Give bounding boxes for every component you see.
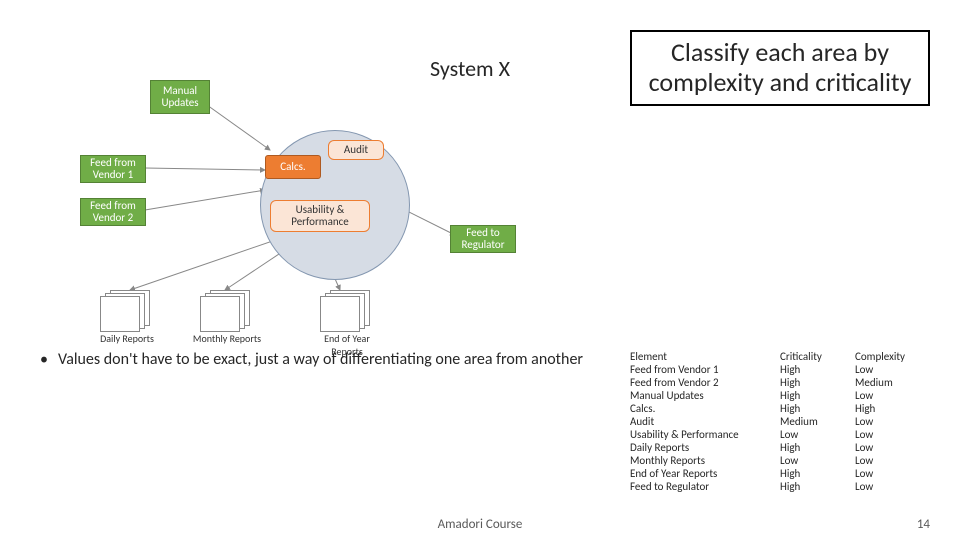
- table-cell: High: [780, 389, 855, 402]
- table-row: AuditMediumLow: [630, 415, 930, 428]
- page-number: 14: [917, 517, 930, 532]
- node-feed-vendor-1: Feed from Vendor 1: [80, 155, 146, 183]
- table-cell: Low: [780, 428, 855, 441]
- table-cell: High: [780, 402, 855, 415]
- table-row: Calcs.HighHigh: [630, 402, 930, 415]
- th-criticality: Criticality: [780, 350, 855, 363]
- stack-eoy: [320, 290, 376, 332]
- classification-table: Element Criticality Complexity Feed from…: [630, 350, 930, 493]
- table-cell: End of Year Reports: [630, 467, 780, 480]
- stack-daily: [100, 290, 156, 332]
- table-cell: High: [780, 363, 855, 376]
- table-cell: Low: [855, 480, 930, 493]
- table-cell: Feed from Vendor 1: [630, 363, 780, 376]
- table-cell: Feed to Regulator: [630, 480, 780, 493]
- table-row: Feed from Vendor 1HighLow: [630, 363, 930, 376]
- table-cell: Low: [855, 389, 930, 402]
- table-cell: Low: [780, 454, 855, 467]
- footer-text: Amadori Course: [0, 517, 960, 532]
- stack-monthly: [200, 290, 256, 332]
- table-cell: Low: [855, 454, 930, 467]
- headline-box: Classify each area by complexity and cri…: [630, 30, 930, 106]
- th-element: Element: [630, 350, 780, 363]
- table-cell: High: [855, 402, 930, 415]
- table-cell: Low: [855, 415, 930, 428]
- node-feed-regulator: Feed to Regulator: [450, 225, 516, 253]
- node-calcs: Calcs.: [265, 155, 321, 179]
- table-cell: Medium: [780, 415, 855, 428]
- table-cell: Low: [855, 467, 930, 480]
- table-cell: High: [780, 441, 855, 454]
- th-complexity: Complexity: [855, 350, 930, 363]
- table-row: Manual UpdatesHighLow: [630, 389, 930, 402]
- bullet-content: Values don't have to be exact, just a wa…: [58, 350, 583, 369]
- table-row: End of Year ReportsHighLow: [630, 467, 930, 480]
- label-monthly: Monthly Reports: [192, 332, 262, 345]
- table-row: Monthly ReportsLowLow: [630, 454, 930, 467]
- node-manual-updates: Manual Updates: [150, 80, 210, 114]
- table-cell: Audit: [630, 415, 780, 428]
- table-cell: Low: [855, 441, 930, 454]
- bullet-text: •Values don't have to be exact, just a w…: [40, 350, 600, 369]
- table-cell: Manual Updates: [630, 389, 780, 402]
- table-cell: High: [780, 376, 855, 389]
- table-row: Feed from Vendor 2HighMedium: [630, 376, 930, 389]
- table-cell: Low: [855, 363, 930, 376]
- table-cell: High: [780, 467, 855, 480]
- node-feed-vendor-2: Feed from Vendor 2: [80, 198, 146, 226]
- table-row: Usability & PerformanceLowLow: [630, 428, 930, 441]
- table-cell: Monthly Reports: [630, 454, 780, 467]
- node-usability: Usability & Performance: [270, 200, 370, 232]
- table-row: Daily ReportsHighLow: [630, 441, 930, 454]
- diagram: Manual Updates Feed from Vendor 1 Feed f…: [40, 40, 600, 340]
- table-header: Element Criticality Complexity: [630, 350, 930, 363]
- table-cell: Daily Reports: [630, 441, 780, 454]
- table-cell: Calcs.: [630, 402, 780, 415]
- table-row: Feed to RegulatorHighLow: [630, 480, 930, 493]
- table-cell: Feed from Vendor 2: [630, 376, 780, 389]
- node-audit: Audit: [328, 140, 384, 160]
- table-cell: Usability & Performance: [630, 428, 780, 441]
- table-cell: Medium: [855, 376, 930, 389]
- label-daily: Daily Reports: [92, 332, 162, 345]
- table-cell: Low: [855, 428, 930, 441]
- table-cell: High: [780, 480, 855, 493]
